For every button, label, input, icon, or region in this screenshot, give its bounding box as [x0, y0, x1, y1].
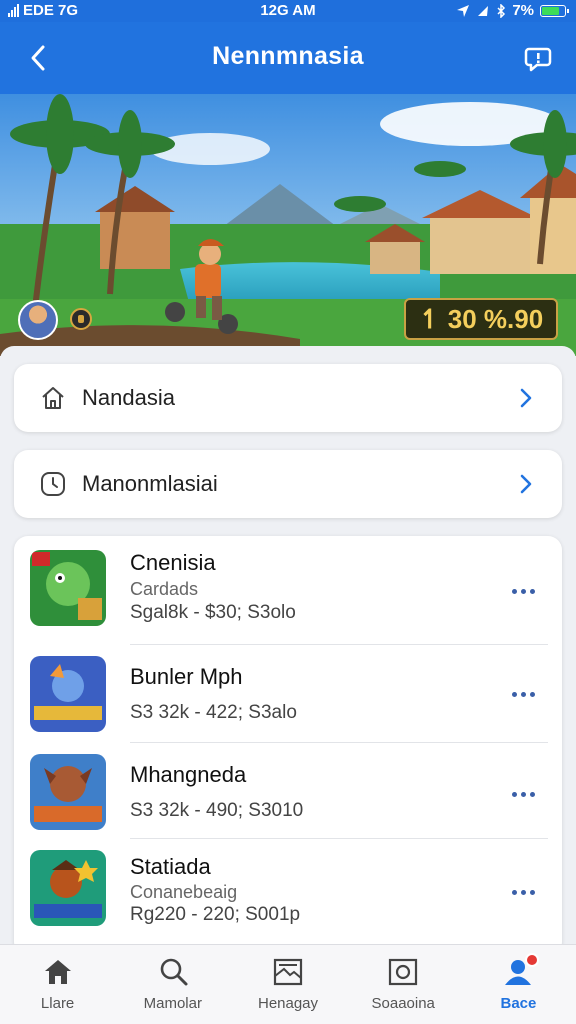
game-thumbnail [30, 754, 106, 830]
home-icon [38, 383, 68, 413]
tab-home[interactable]: Llare [0, 945, 115, 1024]
image-icon [271, 955, 305, 989]
chevron-right-icon [514, 386, 538, 410]
game-name: Mhangneda [130, 762, 247, 787]
more-options-button[interactable] [508, 684, 538, 704]
game-meta: S3 32k - 490; S3010 [130, 800, 304, 821]
tab-profile[interactable]: Bace [461, 945, 576, 1024]
battery-percent: 7% [512, 2, 534, 19]
clock-icon [38, 469, 68, 499]
camera-icon [386, 955, 420, 989]
nav-card-home[interactable]: Nandasia [14, 364, 562, 432]
game-thumbnail [30, 850, 106, 926]
battery-fill [542, 6, 559, 15]
nav-card-label: Manonmlasiai [82, 471, 218, 496]
location-icon [457, 4, 470, 17]
nav-card-history[interactable]: Manonmlasiai [14, 450, 562, 518]
notification-badge [525, 953, 540, 967]
tab-label: Llare [40, 995, 75, 1012]
price-badge: ↿ 30 %.90 [404, 298, 558, 340]
battery-icon [540, 4, 569, 17]
coin-icon [70, 308, 92, 330]
status-bar: EDE 7G 12G AM 7% [0, 0, 576, 22]
profile-icon [501, 953, 540, 989]
tab-camera[interactable]: Soaaoina [346, 945, 461, 1024]
hero-banner[interactable]: ↿ 30 %.90 [0, 94, 576, 356]
search-icon [156, 955, 190, 989]
status-right: 7% [456, 2, 569, 19]
tab-label: Bace [500, 995, 537, 1012]
game-subtitle: Conanebeaig [130, 882, 238, 902]
app-bar: Nennmnasia [0, 22, 576, 94]
game-meta: Rg220 - 220; S001p [130, 904, 301, 925]
tab-label: Henagay [257, 995, 319, 1012]
tab-label: Mamolar [143, 995, 202, 1012]
divider [130, 742, 548, 743]
game-meta: S3 32k - 422; S3alo [130, 702, 297, 723]
game-list: Cnenisia Cardads Sgal8k - $30; S3olo Bun… [14, 536, 562, 956]
more-options-button[interactable] [508, 784, 538, 804]
game-subtitle: Cardads [130, 579, 199, 599]
tab-gallery[interactable]: Henagay [230, 945, 345, 1024]
game-name: Statiada [130, 854, 211, 879]
game-name: Cnenisia [130, 550, 216, 575]
game-thumbnail [30, 656, 106, 732]
bottom-tab-bar: Llare Mamolar Henagay Soaaoina Bace [0, 944, 576, 1024]
chat-bubble-icon [524, 47, 552, 72]
divider [130, 838, 548, 839]
tab-label: Soaaoina [371, 995, 435, 1012]
player-avatar[interactable] [18, 300, 58, 340]
bluetooth-icon [497, 3, 506, 18]
game-meta: Sgal8k - $30; S3olo [130, 602, 296, 623]
nav-card-label: Nandasia [82, 385, 175, 410]
divider [130, 644, 548, 645]
more-options-button[interactable] [508, 581, 538, 601]
wifi-icon [478, 5, 489, 16]
game-name: Bunler Mph [130, 664, 243, 689]
game-thumbnail [30, 550, 106, 626]
chat-button[interactable] [520, 40, 556, 76]
tab-search[interactable]: Mamolar [115, 945, 230, 1024]
page-title: Nennmnasia [212, 42, 364, 70]
chevron-right-icon [514, 472, 538, 496]
home-icon [41, 955, 75, 989]
more-options-button[interactable] [508, 882, 538, 902]
